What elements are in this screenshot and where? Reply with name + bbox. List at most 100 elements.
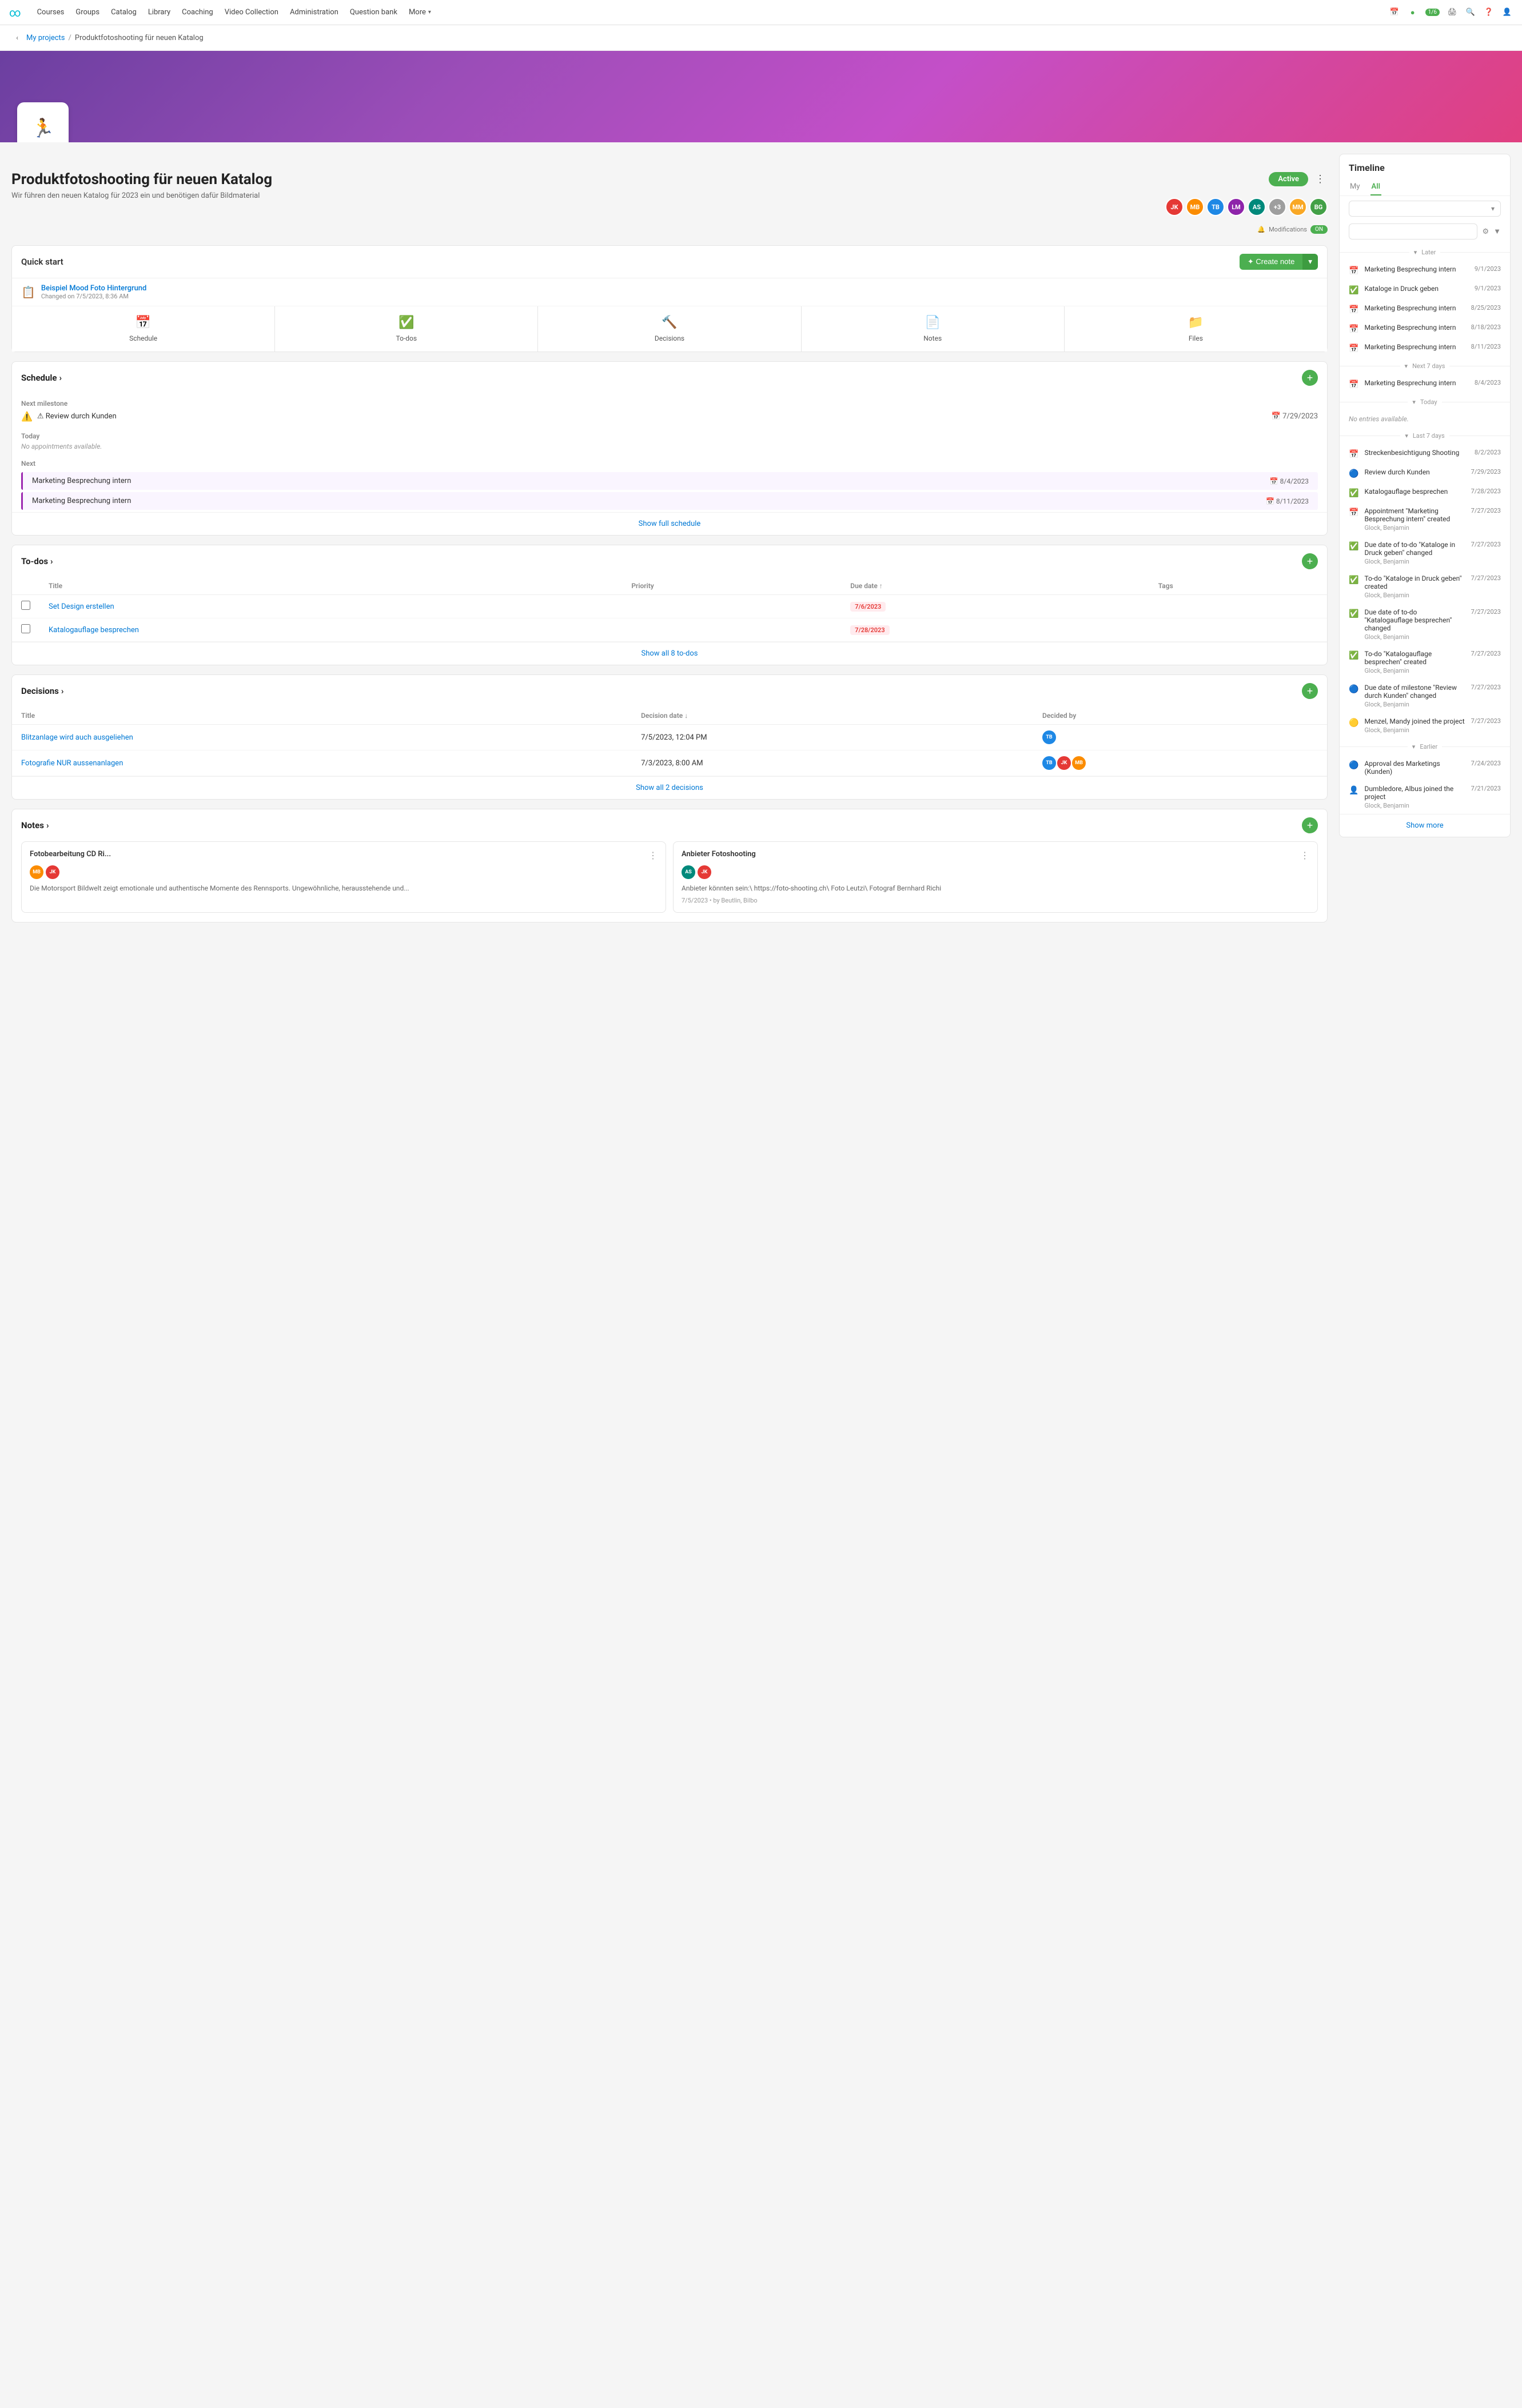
timeline-item-date: 7/27/2023 [1471,717,1501,725]
show-more-button[interactable]: Show more [1340,814,1510,837]
timeline-item-date: 7/28/2023 [1471,488,1501,495]
todo-due-date-tag: 7/28/2023 [850,625,889,635]
note-menu-button[interactable]: ⋮ [1300,850,1309,861]
schedule-item-name: Marketing Besprechung intern [32,477,1270,485]
app-logo[interactable]: ∞ [9,6,21,19]
check-icon: ✅ [1349,609,1358,618]
notes-add-button[interactable]: + [1302,817,1318,833]
quick-nav-files[interactable]: 📁 Files [1065,306,1327,352]
tab-all[interactable]: All [1370,179,1381,195]
timeline-item-date: 7/27/2023 [1471,684,1501,691]
list-item: ✅ To-do "Katalogauflage besprechen" crea… [1340,645,1510,679]
table-row: Blitzanlage wird auch ausgeliehen 7/5/20… [12,725,1327,750]
nav-coaching[interactable]: Coaching [182,8,213,17]
online-status-icon: ● [1407,7,1419,18]
schedule-section-title[interactable]: Schedule › [21,373,62,383]
todo-checkbox[interactable] [21,624,30,633]
decisions-add-button[interactable]: + [1302,683,1318,699]
user-avatar-icon[interactable]: 👤 [1501,7,1513,18]
schedule-header: Schedule › + [12,362,1327,394]
tab-my[interactable]: My [1349,179,1361,195]
todos-col-priority: Priority [622,577,841,595]
timeline-subtext: Glock, Benjamin [1364,633,1465,641]
schedule-item-date: 📅 8/4/2023 [1270,477,1309,485]
nav-administration[interactable]: Administration [290,8,338,17]
calendar-icon: 📅 [1349,508,1358,517]
timeline-item-text: Streckenbesichtigung Shooting [1364,449,1468,457]
create-note-button[interactable]: ✦ Create note [1240,254,1302,270]
milestone-icon: 🔵 [1349,761,1358,770]
nav-right-actions: 📅 ● 1/6 🖨 🔍 ❓ 👤 [1389,7,1513,18]
recent-file-item[interactable]: 📋 Beispiel Mood Foto Hintergrund Changed… [12,278,1327,306]
search-icon[interactable]: 🔍 [1465,7,1476,18]
show-all-decisions-link[interactable]: Show all 2 decisions [12,776,1327,799]
list-item: 🔵 Due date of milestone "Review durch Ku… [1340,679,1510,713]
notification-badge[interactable]: 1/6 [1425,9,1440,16]
todos-add-button[interactable]: + [1302,553,1318,569]
timeline-item-text: Kataloge in Druck geben [1364,285,1468,293]
schedule-item[interactable]: Marketing Besprechung intern 📅 8/4/2023 [21,472,1318,490]
todo-title-link[interactable]: Set Design erstellen [49,602,114,611]
timeline-no-entries: No entries available. [1340,410,1510,428]
timeline-card: Timeline My All ▾ ⚙ ▼ [1339,154,1511,837]
timeline-last7-items: 📅 Streckenbesichtigung Shooting 8/2/2023… [1340,444,1510,738]
help-icon[interactable]: ❓ [1483,7,1495,18]
nav-question-bank[interactable]: Question bank [350,8,397,17]
nav-catalog[interactable]: Catalog [111,8,137,17]
decision-title-link[interactable]: Blitzanlage wird auch ausgeliehen [21,733,133,742]
todo-checkbox-cell[interactable] [12,595,39,618]
show-full-schedule-link[interactable]: Show full schedule [12,512,1327,535]
breadcrumb-parent[interactable]: My projects [26,34,65,42]
show-all-todos-link[interactable]: Show all 8 to-dos [12,642,1327,665]
avatar: MM [1289,198,1307,216]
timeline-item-text: Marketing Besprechung intern [1364,343,1465,351]
create-note-dropdown-button[interactable]: ▾ [1302,254,1318,270]
timeline-search-input[interactable] [1349,223,1477,239]
nav-groups[interactable]: Groups [75,8,99,17]
nav-courses[interactable]: Courses [37,8,65,17]
todo-title-cell: Katalogauflage besprechen [39,618,622,642]
filter-icon[interactable]: ▼ [1493,227,1501,236]
timeline-filter-dropdown[interactable]: ▾ [1349,201,1501,217]
calendar-icon[interactable]: 📅 [1389,7,1400,18]
avatar: TB [1042,756,1056,770]
decision-title-link[interactable]: Fotografie NUR aussenanlagen [21,759,123,768]
timeline-item-date: 9/1/2023 [1475,265,1501,273]
calendar-icon: 📅 [1349,344,1358,353]
decisions-icon: 🔨 [662,316,677,330]
settings-icon[interactable]: ⚙ [1482,227,1489,236]
todo-checkbox-cell[interactable] [12,618,39,642]
todos-section-title[interactable]: To-dos › [21,556,53,566]
avatar: JK [46,865,59,879]
main-wrapper: Produktfotoshooting für neuen Katalog Wi… [0,142,1522,955]
avatar: MB [1072,756,1086,770]
note-menu-button[interactable]: ⋮ [648,850,658,861]
create-note-group: ✦ Create note ▾ [1240,254,1318,270]
quick-nav-schedule[interactable]: 📅 Schedule [12,306,274,352]
list-item: ✅ Due date of to-do "Katalogauflage besp… [1340,604,1510,645]
quick-nav-todos[interactable]: ✅ To-dos [275,306,537,352]
quick-nav-notes[interactable]: 📄 Notes [802,306,1064,352]
decided-avatars: TB [1042,730,1318,744]
list-item: 📅 Marketing Besprechung intern 8/18/2023 [1340,319,1510,338]
decisions-section-title[interactable]: Decisions › [21,686,63,696]
nav-video-collection[interactable]: Video Collection [225,8,278,17]
todo-title-link[interactable]: Katalogauflage besprechen [49,626,139,634]
quick-nav-decisions[interactable]: 🔨 Decisions [538,306,800,352]
nav-more[interactable]: More ▾ [409,8,431,17]
todo-checkbox[interactable] [21,601,30,610]
print-icon[interactable]: 🖨 [1447,7,1458,18]
schedule-add-button[interactable]: + [1302,370,1318,386]
timeline-section-earlier: ▾ Earlier [1340,738,1510,755]
schedule-item[interactable]: Marketing Besprechung intern 📅 8/11/2023 [21,492,1318,510]
nav-library[interactable]: Library [148,8,170,17]
notes-card: Notes › + Fotobearbeitung CD Ri... ⋮ MB … [11,809,1328,923]
back-icon[interactable]: ‹ [11,32,23,43]
note-card-header: Anbieter Fotoshooting ⋮ [682,850,1309,861]
notes-section-title[interactable]: Notes › [21,820,49,830]
quick-nav-label-notes: Notes [923,334,942,342]
quickstart-card: Quick start ✦ Create note ▾ 📋 Beispiel M… [11,245,1328,352]
file-name[interactable]: Beispiel Mood Foto Hintergrund [41,284,146,293]
modifications-toggle[interactable]: ON [1310,225,1328,234]
project-more-button[interactable]: ⋮ [1313,171,1328,187]
